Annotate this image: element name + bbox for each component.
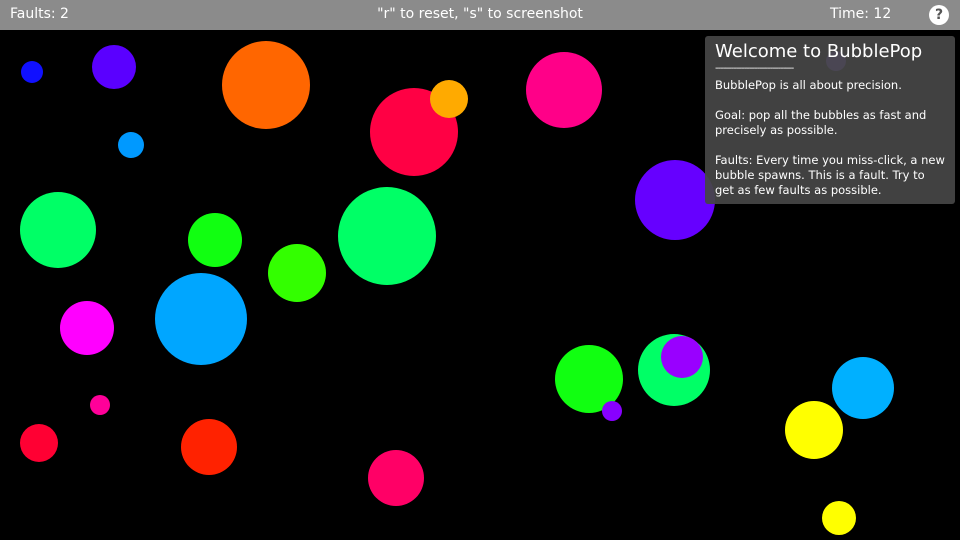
bubble[interactable] xyxy=(430,80,468,118)
bubble[interactable] xyxy=(90,395,110,415)
keyboard-hint: "r" to reset, "s" to screenshot xyxy=(377,6,583,22)
bubble[interactable] xyxy=(268,244,326,302)
bubble[interactable] xyxy=(181,419,237,475)
bubble[interactable] xyxy=(188,213,242,267)
bubble[interactable] xyxy=(661,336,703,378)
top-bar: Faults: 2 "r" to reset, "s" to screensho… xyxy=(0,0,960,30)
help-panel-title: Welcome to BubblePop xyxy=(715,41,923,62)
bubble[interactable] xyxy=(822,501,856,535)
help-icon[interactable]: ? xyxy=(929,5,949,25)
bubble[interactable] xyxy=(338,187,436,285)
bubble[interactable] xyxy=(20,192,96,268)
bubble[interactable] xyxy=(21,61,43,83)
help-panel-intro: BubblePop is all about precision. xyxy=(715,78,902,92)
bubble[interactable] xyxy=(60,301,114,355)
bubble[interactable] xyxy=(785,401,843,459)
bubble[interactable] xyxy=(155,273,247,365)
bubble[interactable] xyxy=(635,160,715,240)
help-panel: Welcome to BubblePop -------------------… xyxy=(705,36,955,204)
help-panel-faults: Faults: Every time you miss-click, a new… xyxy=(715,153,945,197)
bubble[interactable] xyxy=(92,45,136,89)
bubble[interactable] xyxy=(832,357,894,419)
bubble[interactable] xyxy=(526,52,602,128)
timer: Time: 12 xyxy=(830,6,892,22)
bubble[interactable] xyxy=(118,132,144,158)
bubble[interactable] xyxy=(20,424,58,462)
faults-counter: Faults: 2 xyxy=(10,6,69,22)
help-panel-divider: ------------------------------ xyxy=(715,64,794,74)
bubble[interactable] xyxy=(602,401,622,421)
bubble[interactable] xyxy=(368,450,424,506)
bubble[interactable] xyxy=(222,41,310,129)
help-panel-goal: Goal: pop all the bubbles as fast and pr… xyxy=(715,108,927,137)
